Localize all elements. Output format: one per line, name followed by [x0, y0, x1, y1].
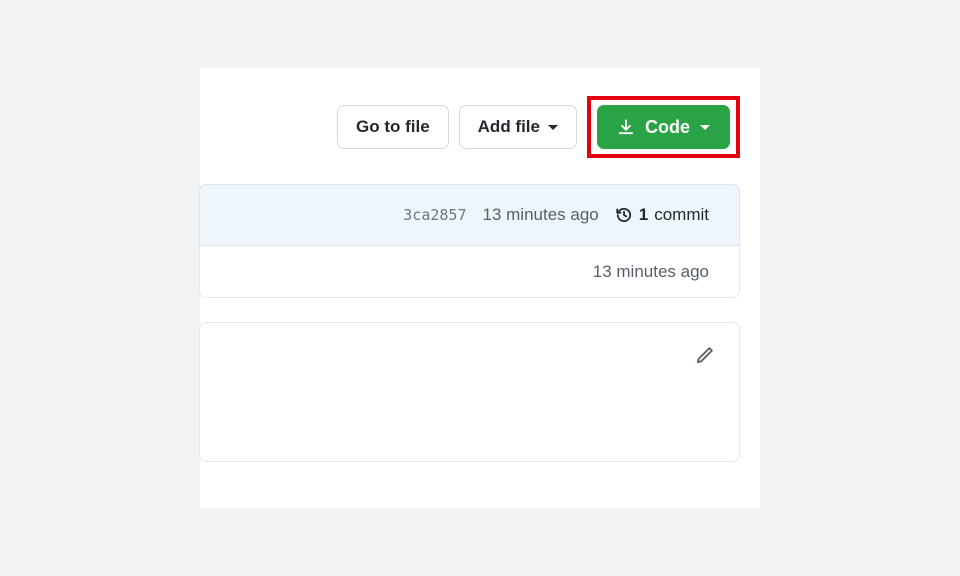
commits-link[interactable]: 1 commit — [615, 205, 709, 225]
commit-hash[interactable]: 3ca2857 — [403, 206, 466, 224]
add-file-button[interactable]: Add file — [459, 105, 577, 149]
code-button-highlight: Code — [587, 96, 740, 158]
file-time: 13 minutes ago — [593, 262, 709, 282]
repo-panel: Go to file Add file Code 3ca2857 13 minu… — [200, 68, 760, 508]
readme-box — [199, 322, 740, 462]
edit-readme-button[interactable] — [693, 343, 717, 367]
download-icon — [617, 118, 635, 136]
commit-time[interactable]: 13 minutes ago — [483, 205, 599, 225]
code-button[interactable]: Code — [597, 105, 730, 149]
commit-count: 1 — [639, 205, 648, 225]
caret-down-icon — [700, 125, 710, 130]
code-label: Code — [645, 117, 690, 138]
go-to-file-button[interactable]: Go to file — [337, 105, 449, 149]
pencil-icon — [695, 345, 715, 365]
add-file-label: Add file — [478, 117, 540, 137]
caret-down-icon — [548, 125, 558, 130]
go-to-file-label: Go to file — [356, 117, 430, 137]
latest-commit-bar: 3ca2857 13 minutes ago 1 commit — [199, 184, 740, 246]
commit-count-label: commit — [654, 205, 709, 225]
repo-toolbar: Go to file Add file Code — [200, 96, 760, 158]
history-icon — [615, 206, 633, 224]
file-row[interactable]: 13 minutes ago — [199, 246, 740, 298]
